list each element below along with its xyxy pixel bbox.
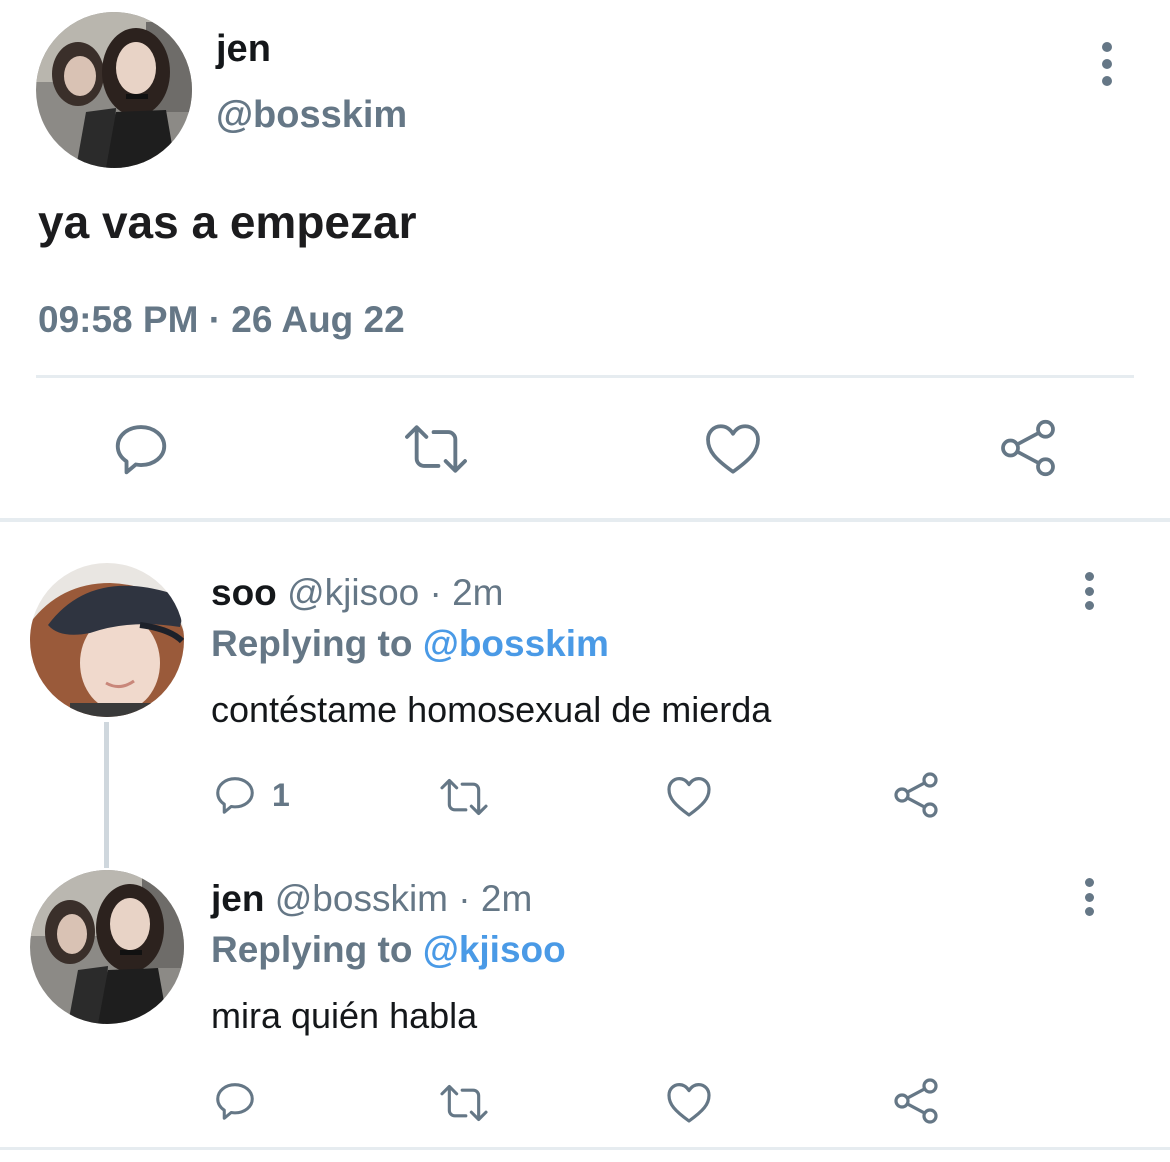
- reply-icon[interactable]: [110, 418, 172, 480]
- dot-icon: [1084, 907, 1094, 916]
- like-icon[interactable]: [703, 420, 763, 476]
- separator-dot: ·: [429, 572, 442, 613]
- retweet-icon[interactable]: [402, 420, 470, 478]
- dot-icon: [1084, 878, 1094, 887]
- replying-to-line: Replying to @kjisoo: [211, 928, 566, 972]
- reply-text: contéstame homosexual de mierda: [211, 689, 772, 730]
- avatar-photo-image: [36, 12, 192, 168]
- replying-label: Replying to: [211, 929, 413, 970]
- thread-connector: [104, 722, 109, 868]
- dot-icon: [1084, 572, 1094, 581]
- reply-menu-button[interactable]: [1077, 572, 1101, 610]
- main-avatar[interactable]: [36, 12, 192, 168]
- avatar-photo-image: [30, 563, 184, 717]
- replying-mention[interactable]: @kjisoo: [423, 929, 566, 970]
- dot-icon: [1102, 42, 1112, 52]
- reply-icon[interactable]: [212, 1078, 258, 1124]
- dot-icon: [1102, 59, 1112, 69]
- reply-author-name[interactable]: soo: [211, 572, 277, 613]
- replying-label: Replying to: [211, 623, 413, 664]
- reply-text: mira quién habla: [211, 995, 478, 1036]
- dot-icon: [1102, 76, 1112, 86]
- tweet-menu-button[interactable]: [1095, 42, 1119, 86]
- reply-count: 1: [272, 777, 290, 813]
- divider: [0, 1147, 1170, 1150]
- retweet-icon[interactable]: [438, 775, 490, 819]
- divider: [36, 375, 1134, 378]
- tweet-timestamp: 09:58 PM · 26 Aug 22: [38, 299, 405, 340]
- reply-time: 2m: [480, 878, 533, 919]
- reply-header: soo @kjisoo · 2m: [211, 571, 504, 615]
- reply-header: jen @bosskim · 2m: [211, 877, 532, 921]
- like-icon[interactable]: [665, 1080, 713, 1124]
- like-icon[interactable]: [665, 774, 713, 818]
- dot-icon: [1084, 586, 1094, 596]
- share-icon[interactable]: [998, 418, 1058, 478]
- reply-author-name[interactable]: jen: [211, 878, 264, 919]
- author-name[interactable]: jen: [216, 26, 271, 72]
- reply-author-handle[interactable]: @bosskim: [275, 878, 448, 919]
- retweet-icon[interactable]: [438, 1081, 490, 1125]
- avatar-photo-image: [30, 870, 184, 1024]
- share-icon[interactable]: [892, 1077, 940, 1125]
- section-divider: [0, 518, 1170, 522]
- separator-dot: ·: [458, 878, 471, 919]
- tweet-text: ya vas a empezar: [38, 196, 417, 248]
- author-handle[interactable]: @bosskim: [216, 92, 407, 138]
- dot-icon: [1084, 601, 1094, 610]
- reply-time: 2m: [452, 572, 504, 613]
- replying-to-line: Replying to @bosskim: [211, 622, 609, 666]
- replying-mention[interactable]: @bosskim: [423, 623, 609, 664]
- reply-avatar[interactable]: [30, 563, 184, 717]
- reply-icon[interactable]: [212, 772, 258, 818]
- reply-author-handle[interactable]: @kjisoo: [287, 572, 419, 613]
- reply-avatar[interactable]: [30, 870, 184, 1024]
- share-icon[interactable]: [892, 771, 940, 819]
- reply-menu-button[interactable]: [1077, 878, 1101, 916]
- dot-icon: [1084, 892, 1094, 902]
